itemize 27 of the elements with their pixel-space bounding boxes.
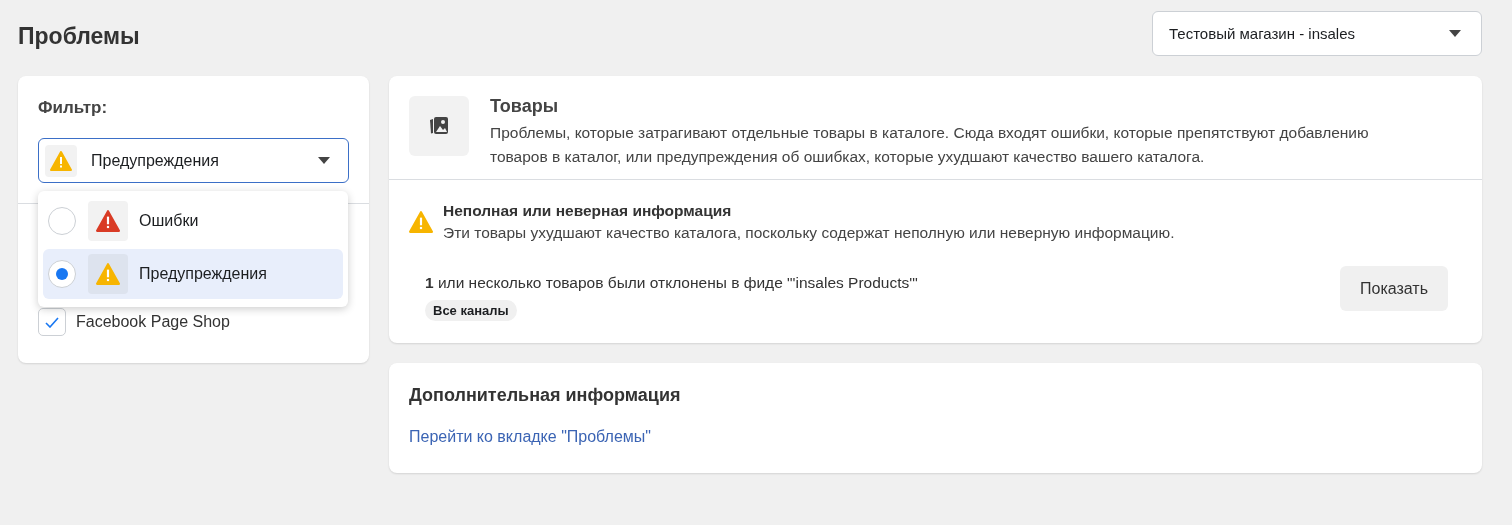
filter-option[interactable]: Ошибки — [43, 196, 343, 246]
issue-text: 1 или несколько товаров были отклонены в фиде "'insales Products'" — [425, 274, 918, 292]
filter-option[interactable]: Предупреждения — [43, 249, 343, 299]
warning-icon — [88, 254, 128, 294]
caret-icon — [318, 156, 330, 165]
images-icon — [409, 96, 469, 156]
error-icon — [88, 201, 128, 241]
radio-button[interactable] — [48, 207, 76, 235]
caret-icon — [1449, 29, 1461, 38]
channel-tag: Все каналы — [425, 300, 517, 321]
checkmark-icon — [45, 316, 59, 328]
section-description: Проблемы, которые затрагивают отдельные товары в каталоге. Сюда входят ошибки, которые препятствуют добавлению товаров в каталог, или предупреждения об ошибках, которые ухудшают качество вашего каталога. — [490, 123, 1370, 167]
filter-dropdown[interactable]: Предупреждения — [38, 138, 349, 183]
section-title: Товары — [490, 96, 560, 117]
warning-icon — [45, 144, 77, 177]
problems-tab-link[interactable]: Перейти ко вкладке "Проблемы" — [409, 428, 651, 446]
show-button[interactable]: Показать — [1340, 266, 1448, 311]
card-title: Дополнительная информация — [409, 385, 682, 406]
issue-description: Эти товары ухудшают качество каталога, поскольку содержат неполную или неверную информацию. — [443, 224, 1175, 242]
page-title: Проблемы — [18, 23, 140, 50]
warning-icon — [409, 211, 433, 233]
channel-dropdown[interactable]: Тестовый магазин - insales — [1152, 11, 1482, 56]
checkbox[interactable] — [38, 308, 66, 336]
issue-title: Неполная или неверная информация — [443, 202, 733, 220]
filter-label: Фильтр: — [37, 97, 109, 118]
radio-button[interactable] — [48, 260, 76, 288]
checkbox-label: Facebook Page Shop — [76, 313, 230, 331]
